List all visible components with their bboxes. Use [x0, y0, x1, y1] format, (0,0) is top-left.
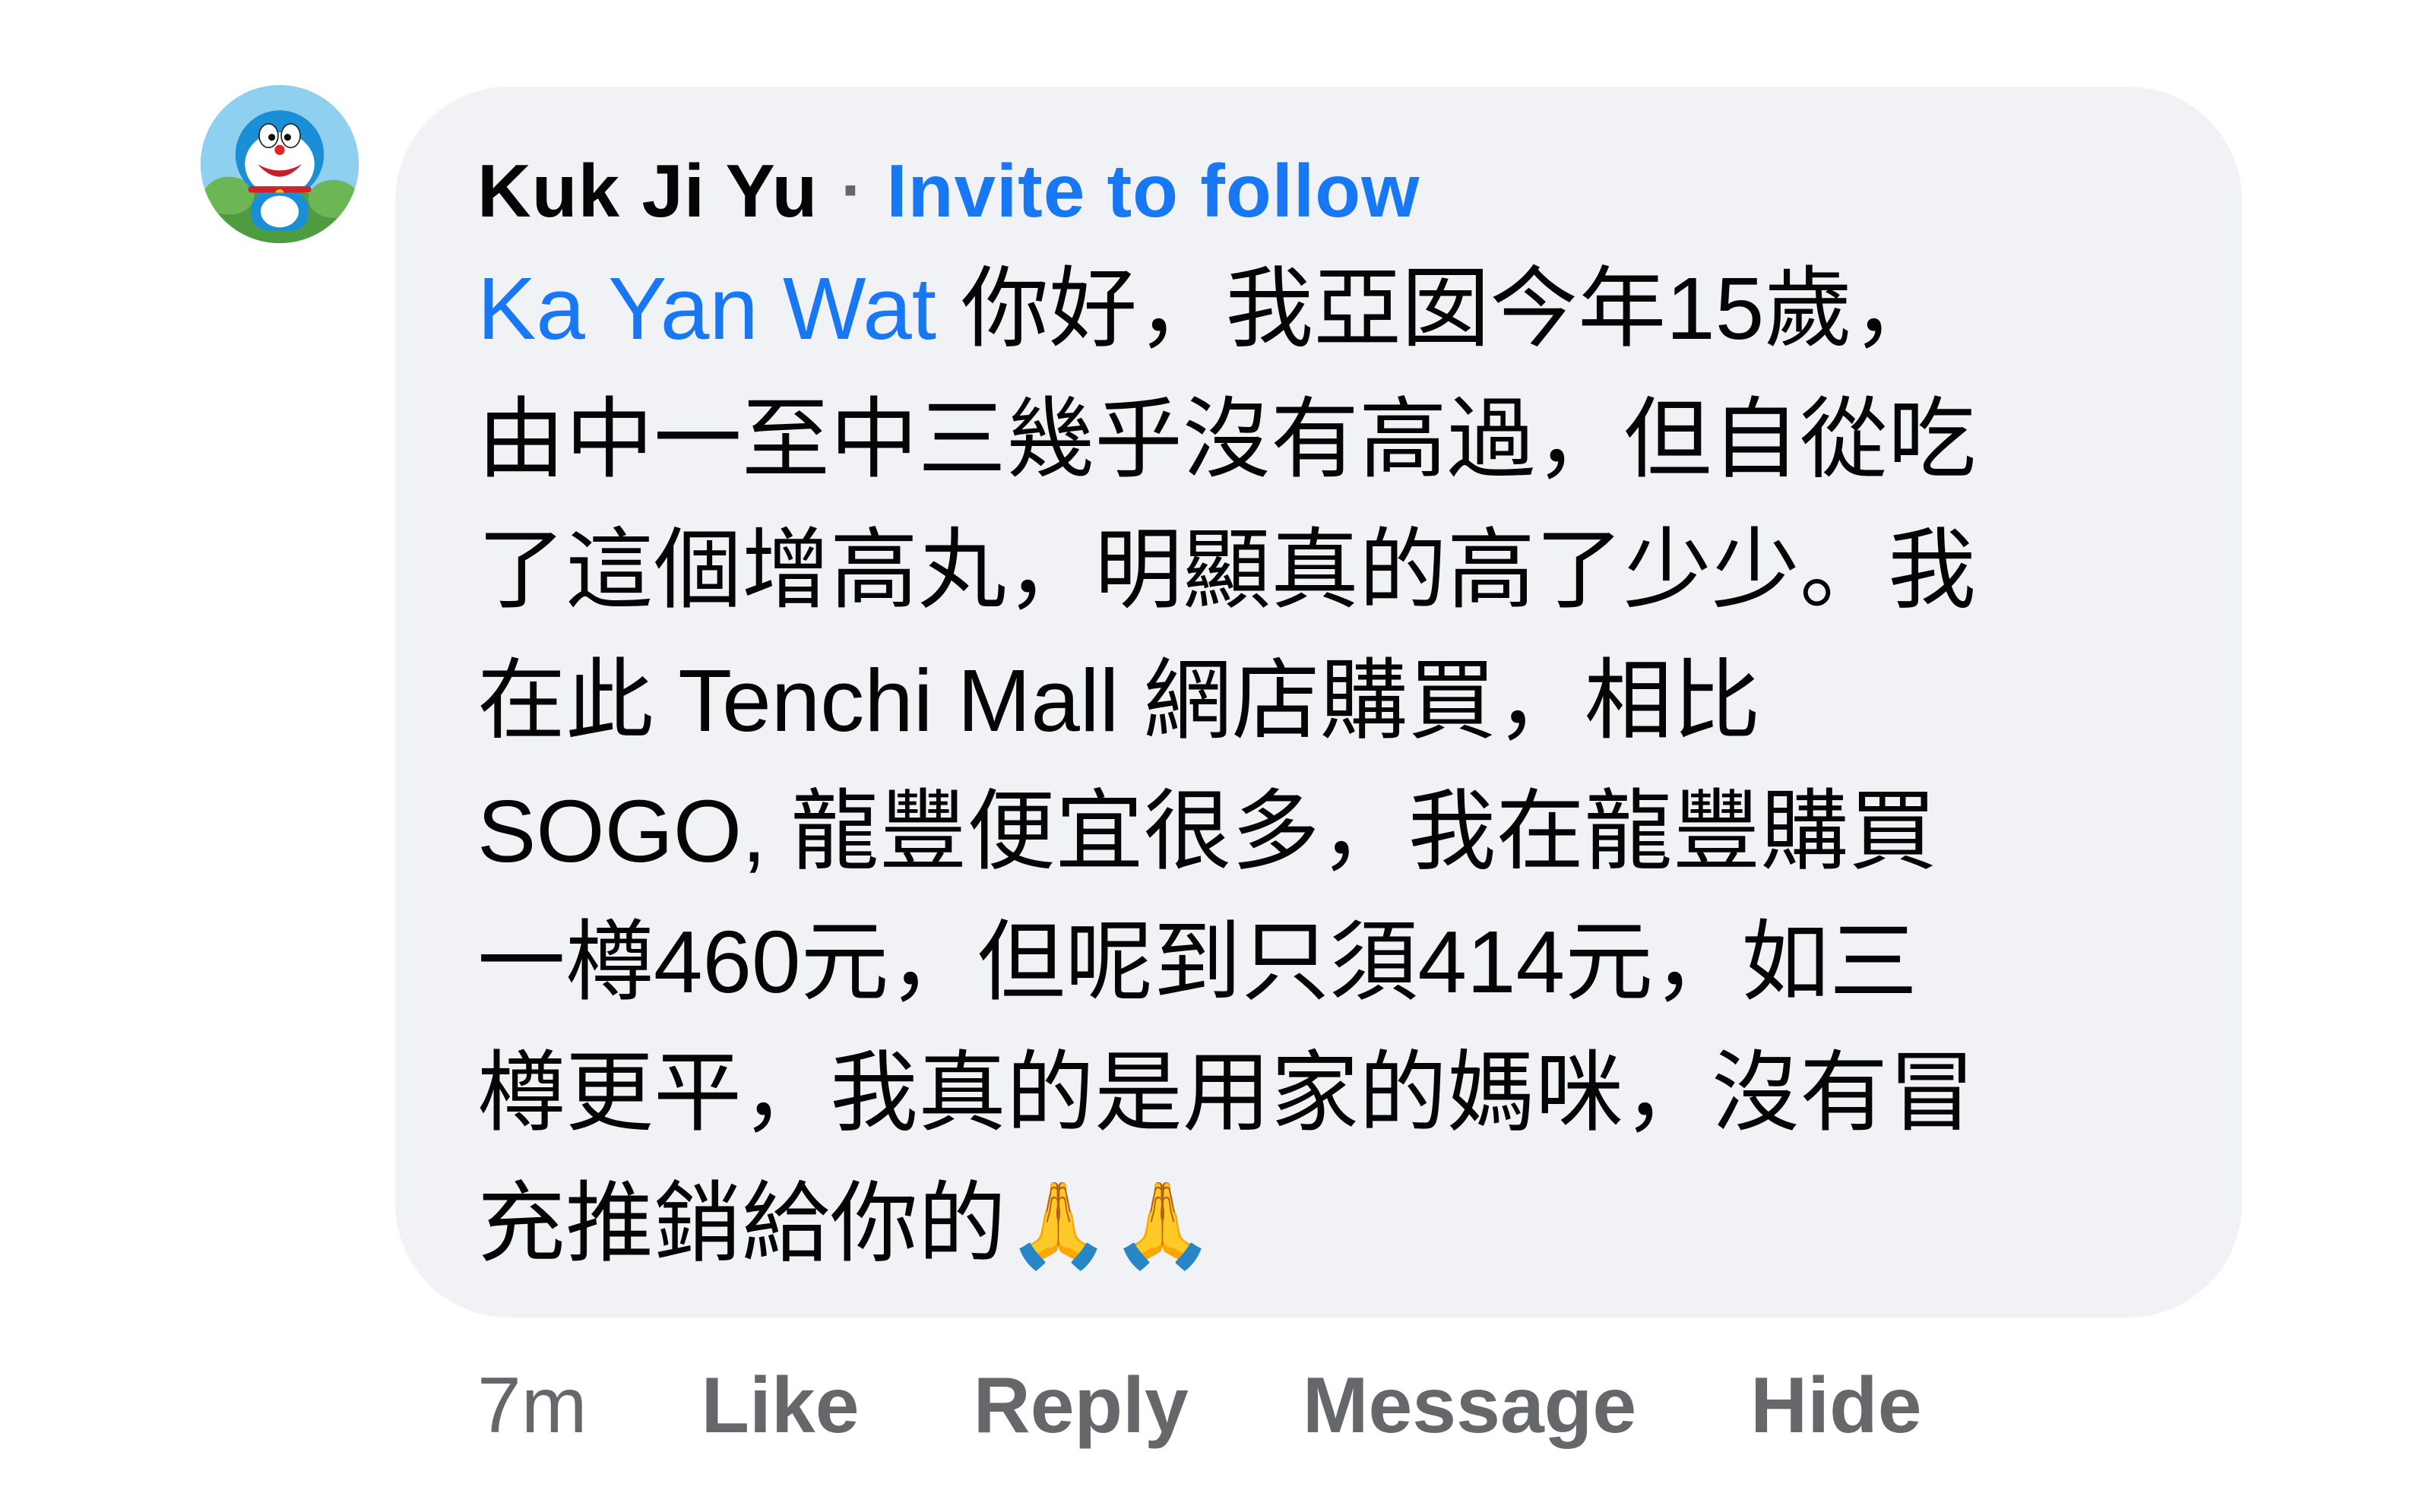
doraemon-avatar-icon	[201, 85, 359, 243]
comment-body: Ka Yan Wat 你好，我亞囡今年15歲， 由中一至中三幾乎沒有高過，但自從…	[477, 243, 2195, 1289]
comment-line-5: SOGO, 龍豐便宜很多，我在龍豐購買	[477, 782, 1937, 881]
invite-to-follow-link[interactable]: Invite to follow	[886, 148, 1420, 234]
comment-line-8: 充推銷給你的🙏🙏	[477, 1158, 2195, 1289]
comment-line-7: 樽更平，我真的是用家的媽咪，沒有冒	[477, 1043, 1976, 1142]
timestamp[interactable]: 7m	[477, 1361, 587, 1451]
comment-line-3: 了這個增高丸，明顯真的高了少少。我	[477, 520, 1976, 619]
comment-line-2: 由中一至中三幾乎沒有高過，但自從吃	[477, 390, 1976, 489]
comment-actions: 7m Like Reply Message Hide	[477, 1352, 1922, 1459]
comment-header: Kuk Ji Yu · Invite to follow	[477, 141, 1420, 240]
comment-line-text: 充推銷給你的	[477, 1174, 1006, 1273]
hide-button[interactable]: Hide	[1750, 1361, 1921, 1451]
author-name[interactable]: Kuk Ji Yu	[477, 148, 818, 234]
folded-hands-emoji-icon: 🙏🙏	[1006, 1178, 1214, 1272]
like-button[interactable]: Like	[701, 1361, 859, 1451]
avatar[interactable]	[201, 85, 359, 243]
comment-line-4: 在此 Tenchi Mall 網店購買，相比	[477, 651, 1761, 750]
comment-line-text: 你好，我亞囡今年15歲，	[936, 259, 1941, 358]
message-button[interactable]: Message	[1303, 1361, 1636, 1451]
reply-button[interactable]: Reply	[974, 1361, 1189, 1451]
mention-link[interactable]: Ka Yan Wat	[477, 259, 936, 358]
separator-dot: ·	[841, 152, 864, 229]
comment: Kuk Ji Yu · Invite to follow Ka Yan Wat …	[0, 0, 2432, 1512]
comment-line-1: Ka Yan Wat 你好，我亞囡今年15歲，	[477, 243, 2195, 374]
comment-line-6: 一樽460元，但呢到只須414元，如三	[477, 913, 1918, 1011]
